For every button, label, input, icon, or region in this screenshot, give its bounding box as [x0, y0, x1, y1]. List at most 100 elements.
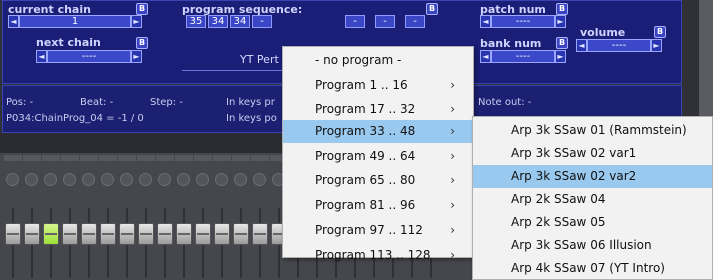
menu-item-4[interactable]: Program 49 .. 64 › [283, 145, 473, 168]
submenu-item-label: Arp 3k SSaw 02 var2 [511, 169, 637, 183]
menu-item-7[interactable]: Program 97 .. 112 › [283, 219, 473, 242]
menu-item-0[interactable]: - no program - [283, 49, 473, 72]
submenu-item-label: Arp 3k SSaw 06 Illusion [511, 238, 652, 252]
pan-knob[interactable] [139, 173, 152, 186]
volume-fader[interactable] [214, 223, 230, 245]
channel-chevron [194, 155, 212, 161]
pan-knob[interactable] [158, 173, 171, 186]
channel-chevron [156, 155, 174, 161]
pan-knob[interactable] [177, 173, 190, 186]
pan-knob[interactable] [215, 173, 228, 186]
seq-cell-1[interactable]: 35 [186, 15, 206, 28]
pan-knob[interactable] [101, 173, 114, 186]
seq-cell-4[interactable]: - [252, 15, 272, 28]
next-chain-left-arrow-icon[interactable]: ◄ [36, 50, 47, 63]
seq-cell-2[interactable]: 34 [208, 15, 228, 28]
seq-cell-6[interactable]: - [345, 15, 365, 28]
next-chain-right-arrow-icon[interactable]: ► [131, 50, 142, 63]
chevron-right-icon: › [450, 78, 455, 92]
chevron-right-icon: › [450, 248, 455, 262]
pan-knob[interactable] [234, 173, 247, 186]
volume-fader[interactable] [119, 223, 135, 245]
program-sequence-badge[interactable]: B [426, 3, 438, 15]
volume-fader[interactable] [138, 223, 154, 245]
volume-fader[interactable] [43, 223, 59, 245]
volume-left-arrow-icon[interactable]: ◄ [576, 39, 587, 52]
bank-num-right-arrow-icon[interactable]: ► [555, 50, 566, 63]
seq-cell-8[interactable]: - [405, 15, 425, 28]
chevron-right-icon: › [450, 102, 455, 116]
volume-right-arrow-icon[interactable]: ► [651, 39, 662, 52]
pan-knob[interactable] [82, 173, 95, 186]
menu-item-3[interactable]: Program 33 .. 48 › [283, 120, 473, 143]
pan-knob[interactable] [44, 173, 57, 186]
submenu-item-5[interactable]: Arp 3k SSaw 06 Illusion [473, 234, 712, 257]
pan-knob[interactable] [253, 173, 266, 186]
patch-num-left-arrow-icon[interactable]: ◄ [480, 15, 491, 28]
volume-fader[interactable] [252, 223, 268, 245]
channel-chevron [251, 155, 269, 161]
submenu-item-label: Arp 2k SSaw 04 [511, 192, 606, 206]
volume-fader[interactable] [62, 223, 78, 245]
volume-fader[interactable] [233, 223, 249, 245]
status-chain-prog: P034:ChainProg_04 = -1 / 0 [6, 113, 144, 124]
seq-cell-7[interactable]: - [375, 15, 395, 28]
submenu-item-4[interactable]: Arp 2k SSaw 05 [473, 211, 712, 234]
volume-fader[interactable] [157, 223, 173, 245]
program-menu: - no program - Program 1 .. 16 › Program 17… [282, 46, 474, 262]
submenu-item-3[interactable]: Arp 2k SSaw 04 [473, 188, 712, 211]
submenu-item-label: Arp 3k SSaw 01 (Rammstein) [511, 123, 687, 137]
submenu-item-0[interactable]: Arp 3k SSaw 01 (Rammstein) [473, 119, 712, 142]
menu-item-label: Program 65 .. 80 [315, 173, 416, 187]
pan-knob[interactable] [120, 173, 133, 186]
bank-num-value[interactable]: ---- [491, 50, 555, 63]
chevron-right-icon: › [450, 198, 455, 212]
next-chain-title: next chain [36, 36, 101, 49]
channel-chevron [118, 155, 136, 161]
patch-num-value[interactable]: ---- [491, 15, 555, 28]
volume-fader[interactable] [81, 223, 97, 245]
volume-fader[interactable] [176, 223, 192, 245]
channel-chevron [232, 155, 250, 161]
current-chain-right-arrow-icon[interactable]: ► [131, 15, 142, 28]
menu-item-6[interactable]: Program 81 .. 96 › [283, 194, 473, 217]
volume-badge[interactable]: B [654, 26, 666, 38]
next-chain-value[interactable]: ---- [47, 50, 131, 63]
submenu-item-label: Arp 4k SSaw 07 (YT Intro) [511, 261, 665, 275]
channel-chevron [175, 155, 193, 161]
volume-fader[interactable] [24, 223, 40, 245]
patch-num-right-arrow-icon[interactable]: ► [555, 15, 566, 28]
bank-num-left-arrow-icon[interactable]: ◄ [480, 50, 491, 63]
menu-item-1[interactable]: Program 1 .. 16 › [283, 74, 473, 97]
menu-item-5[interactable]: Program 65 .. 80 › [283, 169, 473, 192]
menu-item-2[interactable]: Program 17 .. 32 › [283, 98, 473, 121]
volume-value[interactable]: ---- [587, 39, 651, 52]
menu-item-8[interactable]: Program 113 .. 128 › [283, 244, 473, 267]
menu-item-label: Program 113 .. 128 [315, 248, 431, 262]
seq-cell-3[interactable]: 34 [230, 15, 250, 28]
menu-item-label: Program 49 .. 64 [315, 149, 416, 163]
pan-knob[interactable] [25, 173, 38, 186]
patch-num-badge[interactable]: B [556, 3, 568, 15]
current-chain-value[interactable]: 1 [19, 15, 131, 28]
program-submenu: Arp 3k SSaw 01 (Rammstein) Arp 3k SSaw 02… [472, 116, 713, 280]
volume-fader[interactable] [5, 223, 21, 245]
channel-chevron [137, 155, 155, 161]
chevron-right-icon: › [450, 124, 455, 138]
pan-knob[interactable] [6, 173, 19, 186]
current-chain-left-arrow-icon[interactable]: ◄ [8, 15, 19, 28]
submenu-item-2[interactable]: Arp 3k SSaw 02 var2 [473, 165, 712, 188]
volume-fader[interactable] [195, 223, 211, 245]
pan-knob[interactable] [63, 173, 76, 186]
bank-num-badge[interactable]: B [556, 37, 568, 49]
volume-fader[interactable] [100, 223, 116, 245]
next-chain-badge[interactable]: B [136, 37, 148, 49]
status-step: Step: - [150, 97, 183, 108]
menu-item-label: Program 33 .. 48 [315, 124, 416, 138]
chevron-right-icon: › [450, 223, 455, 237]
submenu-item-6[interactable]: Arp 4k SSaw 07 (YT Intro) [473, 257, 712, 280]
bank-num-title: bank num [480, 37, 542, 50]
pan-knob[interactable] [196, 173, 209, 186]
submenu-item-1[interactable]: Arp 3k SSaw 02 var1 [473, 142, 712, 165]
current-chain-badge[interactable]: B [136, 3, 148, 15]
